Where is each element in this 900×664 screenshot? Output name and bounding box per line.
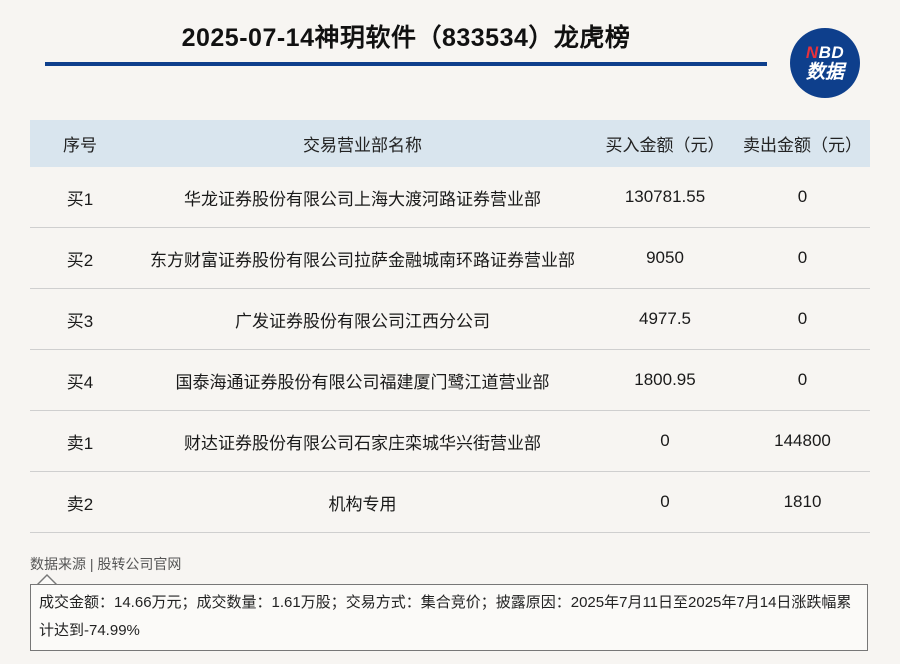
logo-brand-rest: BD [818,43,845,62]
title-underline [45,62,767,66]
row-buy-amount: 9050 [595,227,735,289]
table-row: 买4 国泰海通证券股份有限公司福建厦门鹭江道营业部 1800.95 0 [30,349,870,411]
row-broker-name: 东方财富证券股份有限公司拉萨金融城南环路证券营业部 [130,227,595,289]
row-sell-amount: 1810 [735,471,870,533]
row-broker-name: 财达证券股份有限公司石家庄栾城华兴街营业部 [130,410,595,472]
column-header-name: 交易营业部名称 [130,120,595,167]
row-sell-amount: 144800 [735,410,870,472]
row-seq: 买1 [30,167,130,228]
row-buy-amount: 0 [595,410,735,472]
column-header-seq: 序号 [30,120,130,167]
row-broker-name: 华龙证券股份有限公司上海大渡河路证券营业部 [130,167,595,228]
row-broker-name: 国泰海通证券股份有限公司福建厦门鹭江道营业部 [130,349,595,411]
row-sell-amount: 0 [735,167,870,228]
row-broker-name: 广发证券股份有限公司江西分公司 [130,288,595,350]
table-row: 卖2 机构专用 0 1810 [30,471,870,533]
row-buy-amount: 130781.55 [595,167,735,228]
table-row: 买3 广发证券股份有限公司江西分公司 4977.5 0 [30,288,870,350]
row-seq: 买3 [30,288,130,350]
logo-subtitle: 数据 [805,62,844,83]
row-buy-amount: 0 [595,471,735,533]
logo-brand-n: N [805,43,819,62]
table-header-row: 序号 交易营业部名称 买入金额（元） 卖出金额（元） [30,120,870,167]
row-seq: 买4 [30,349,130,411]
row-buy-amount: 4977.5 [595,288,735,350]
row-broker-name: 机构专用 [130,471,595,533]
row-seq: 买2 [30,227,130,289]
row-seq: 卖1 [30,410,130,472]
page-title: 2025-07-14神玥软件（833534）龙虎榜 [181,24,631,52]
table-row: 卖1 财达证券股份有限公司石家庄栾城华兴街营业部 0 144800 [30,410,870,472]
nbd-logo: NBD 数据 [790,28,860,98]
logo-brand: NBD [806,44,844,61]
table-row: 买2 东方财富证券股份有限公司拉萨金融城南环路证券营业部 9050 0 [30,227,870,289]
column-header-buy: 买入金额（元） [595,120,735,167]
table-row: 买1 华龙证券股份有限公司上海大渡河路证券营业部 130781.55 0 [30,167,870,228]
row-seq: 卖2 [30,471,130,533]
row-sell-amount: 0 [735,349,870,411]
row-sell-amount: 0 [735,288,870,350]
row-buy-amount: 1800.95 [595,349,735,411]
trade-summary-note: 成交金额：14.66万元；成交数量：1.61万股；交易方式：集合竞价；披露原因：… [30,584,868,651]
dragon-tiger-table: 序号 交易营业部名称 买入金额（元） 卖出金额（元） 买1 华龙证券股份有限公司… [30,120,870,533]
column-header-sell: 卖出金额（元） [735,120,870,167]
row-sell-amount: 0 [735,227,870,289]
data-source-label: 数据来源 | 股转公司官网 [30,556,182,572]
